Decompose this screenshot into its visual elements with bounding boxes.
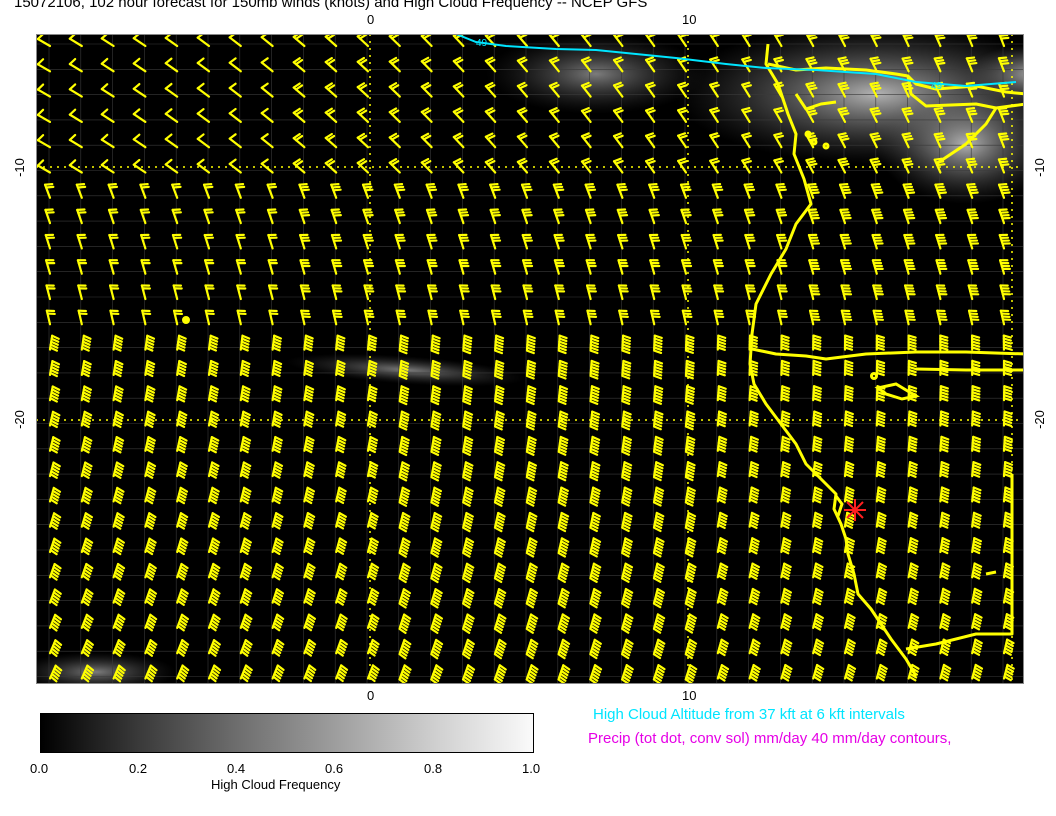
wind-barb (907, 435, 918, 453)
wind-barb (875, 435, 886, 453)
wind-barb (875, 410, 886, 428)
forecast-map: 49 49 (36, 34, 1024, 684)
wind-barb (812, 435, 823, 453)
wind-barb (971, 461, 982, 478)
wind-barb (971, 435, 982, 453)
colorbar-tick-3: 0.6 (325, 761, 344, 776)
colorbar-tick-2: 0.4 (227, 761, 246, 776)
contour-label-2: 49 (931, 81, 943, 92)
wind-barb (907, 461, 918, 478)
colorbar (40, 713, 534, 753)
legend-cloud-altitude: High Cloud Altitude from 37 kft at 6 kft… (593, 706, 905, 723)
wind-barb (843, 435, 855, 453)
asterisk-icon (844, 499, 866, 521)
wind-barb (812, 410, 823, 428)
wind-barb (812, 385, 822, 402)
colorbar-tick-0: 0.0 (30, 761, 49, 776)
lon-tick-bottom-10: 10 (682, 688, 697, 703)
wind-barb (716, 410, 728, 428)
lon-tick-bottom-0: 0 (367, 688, 375, 703)
wind-barb (843, 410, 854, 428)
wind-barb (843, 359, 854, 377)
lon-tick-top-10: 10 (682, 12, 697, 27)
wind-barb (748, 410, 759, 428)
lat-tick-left-minus10: -10 (11, 158, 27, 177)
wind-barb (716, 334, 727, 351)
wind-barb (939, 410, 950, 428)
lat-tick-right-minus20: -20 (1031, 410, 1047, 429)
colorbar-tick-4: 0.8 (424, 761, 443, 776)
wind-barb (939, 461, 950, 478)
wind-barb (335, 334, 346, 352)
wind-barb (843, 385, 854, 402)
colorbar-tick-1: 0.2 (129, 761, 148, 776)
wind-barb (1002, 410, 1013, 427)
wind-barb (875, 359, 886, 377)
lat-tick-left-minus20: -20 (11, 410, 27, 429)
wind-barb (939, 385, 949, 402)
wind-barb (971, 385, 981, 402)
wind-barb (1002, 385, 1013, 402)
lat-tick-right-minus10: -10 (1031, 158, 1047, 177)
wind-barb (812, 359, 822, 377)
contour-label-1: 49 (476, 38, 488, 49)
wind-barb (716, 359, 727, 377)
wind-barb (971, 410, 981, 427)
legend-precip: Precip (tot dot, conv sol) mm/day 40 mm/… (588, 730, 952, 747)
wind-barb (366, 334, 378, 352)
map-title: 15072106, 102 hour forecast for 150mb wi… (14, 0, 648, 11)
lon-tick-top-0: 0 (367, 12, 375, 27)
wind-barb (780, 359, 791, 377)
wind-barb (716, 385, 727, 402)
colorbar-tick-5: 1.0 (522, 761, 541, 776)
wind-barb (907, 410, 918, 428)
wind-barb (907, 359, 917, 377)
colorbar-title: High Cloud Frequency (211, 777, 341, 792)
wind-barb (939, 435, 950, 453)
wind-barb (780, 385, 791, 402)
wind-barb (780, 334, 790, 351)
wind-barb (812, 334, 822, 351)
wind-barb (1002, 435, 1013, 453)
